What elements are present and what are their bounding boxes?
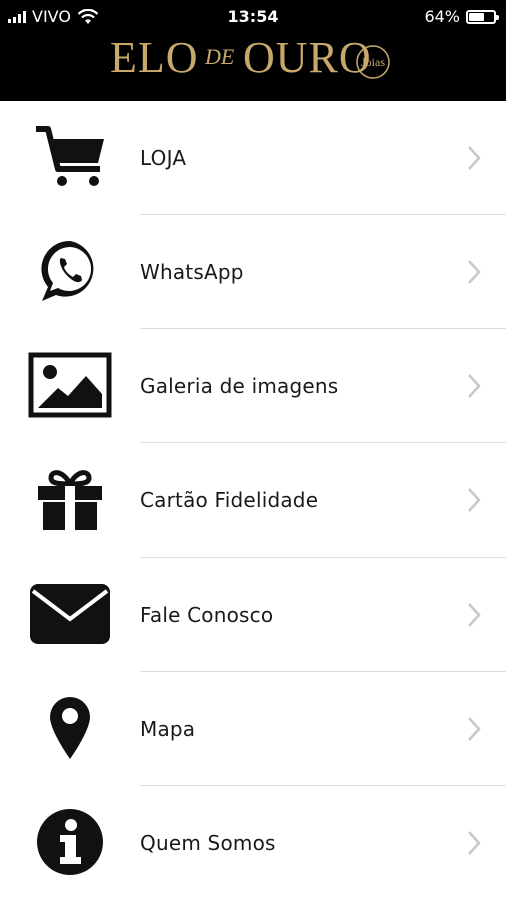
info-icon	[28, 806, 112, 878]
menu-item-galeria[interactable]: Galeria de imagens	[0, 329, 506, 444]
envelope-icon	[28, 578, 112, 650]
battery-percent: 64%	[424, 7, 460, 26]
menu-item-label: LOJA	[140, 146, 187, 170]
battery-fill	[469, 12, 485, 21]
gift-icon	[28, 463, 112, 535]
chevron-right-icon	[468, 260, 481, 284]
menu-item-label: Mapa	[140, 716, 196, 741]
menu-item-label: Cartão Fidelidade	[140, 488, 319, 513]
app-header: VIVO 13:54 64% ELO DE OURO Joias	[0, 0, 506, 101]
chevron-right-icon	[468, 716, 481, 741]
menu-item-mapa[interactable]: Mapa	[0, 672, 506, 786]
brand-logo: ELO DE OURO Joias	[110, 33, 390, 80]
main-menu: LOJA WhatsApp Galeria de imagens Cartão …	[0, 101, 506, 900]
menu-item-label: Fale Conosco	[140, 602, 274, 627]
menu-item-whatsapp[interactable]: WhatsApp	[0, 215, 506, 330]
menu-item-fale-conosco[interactable]: Fale Conosco	[0, 558, 506, 672]
logo-end-text: OURO	[243, 33, 372, 80]
chevron-right-icon	[468, 146, 481, 170]
menu-item-label: WhatsApp	[140, 260, 244, 285]
menu-item-label: Quem Somos	[140, 830, 276, 855]
whatsapp-icon	[28, 235, 112, 307]
menu-item-cartao-fidelidade[interactable]: Cartão Fidelidade	[0, 443, 506, 558]
chevron-right-icon	[468, 830, 481, 855]
menu-item-label: Galeria de imagens	[140, 374, 339, 399]
menu-item-loja[interactable]: LOJA	[0, 101, 506, 216]
menu-item-quem-somos[interactable]: Quem Somos	[0, 786, 506, 900]
battery-icon	[466, 9, 499, 24]
logo-main-text: ELO	[110, 33, 199, 80]
chevron-right-icon	[468, 374, 481, 399]
chevron-right-icon	[468, 488, 481, 513]
chevron-right-icon	[468, 602, 481, 627]
map-pin-icon	[28, 692, 112, 764]
image-gallery-icon	[28, 349, 112, 421]
logo-mid-text: DE	[204, 44, 235, 69]
status-bar: VIVO 13:54 64%	[0, 0, 506, 32]
cart-icon	[28, 121, 112, 193]
logo-sub-text: Joias	[361, 55, 385, 69]
